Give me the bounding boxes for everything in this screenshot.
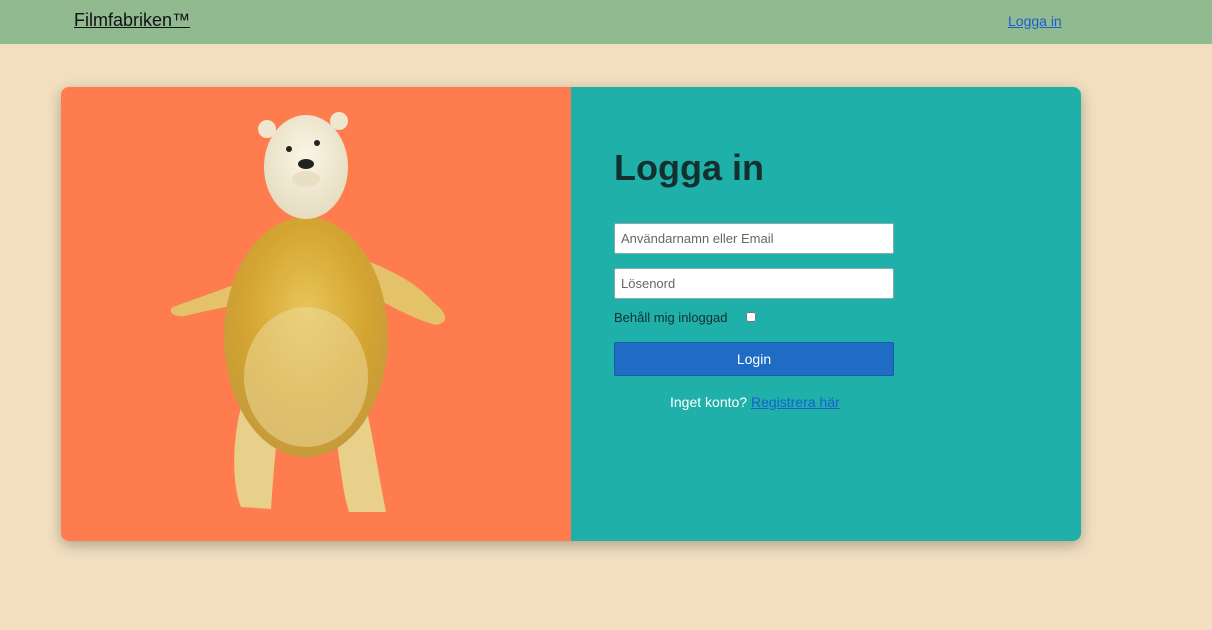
- register-prompt: Inget konto? Registrera här: [670, 394, 840, 410]
- username-input[interactable]: [614, 223, 894, 254]
- login-card: Logga in Behåll mig inloggad Login Inget…: [61, 87, 1081, 541]
- no-account-text: Inget konto?: [670, 394, 748, 410]
- polar-bear-image: [170, 112, 446, 512]
- remember-me-checkbox[interactable]: [746, 312, 756, 322]
- top-navbar: Filmfabriken™ Logga in: [0, 0, 1212, 44]
- password-input[interactable]: [614, 268, 894, 299]
- register-link[interactable]: Registrera här: [751, 394, 840, 410]
- login-button[interactable]: Login: [614, 342, 894, 376]
- remember-me-label: Behåll mig inloggad: [614, 310, 728, 325]
- brand-link[interactable]: Filmfabriken™: [74, 10, 190, 31]
- page-title: Logga in: [614, 147, 764, 188]
- nav-login-link[interactable]: Logga in: [1008, 13, 1062, 29]
- image-panel: [61, 87, 571, 541]
- form-panel: Logga in Behåll mig inloggad Login Inget…: [571, 87, 1081, 541]
